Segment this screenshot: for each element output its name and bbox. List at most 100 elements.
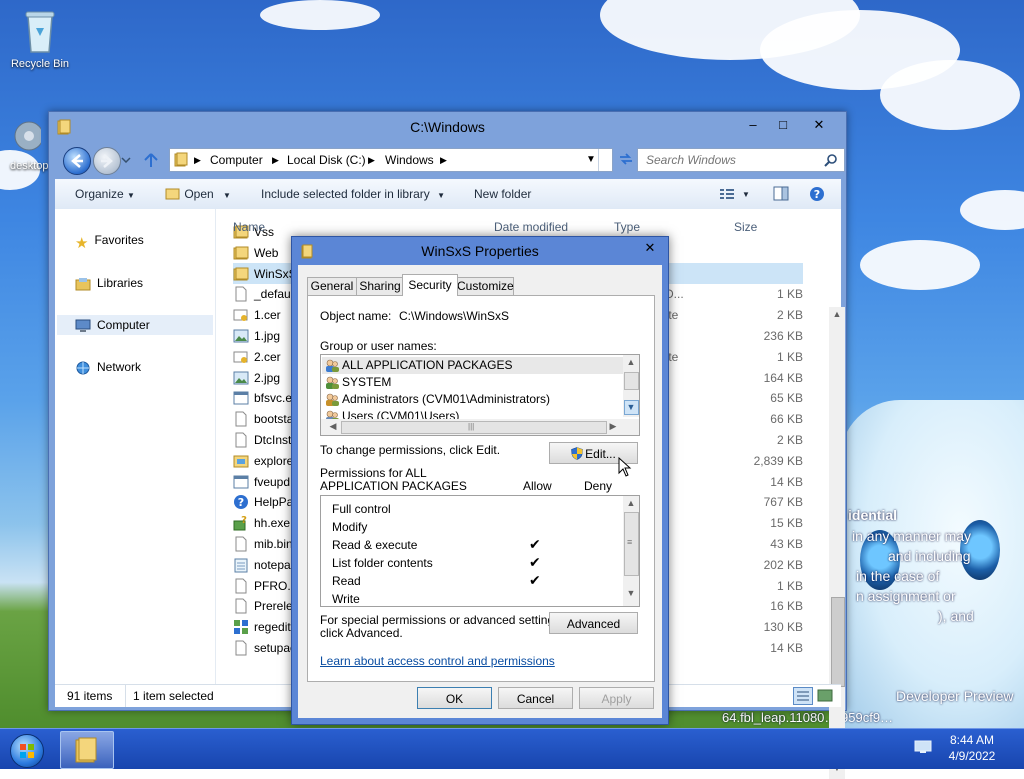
permissions-list[interactable]: Full control Modify Read & execute ✔ List fo… bbox=[320, 495, 640, 607]
allow-check-icon: ✔ bbox=[529, 572, 541, 588]
scroll-down-icon[interactable]: ▼ bbox=[623, 588, 639, 598]
forward-button[interactable] bbox=[93, 147, 121, 175]
nav-favorites[interactable]: ★ Favorites bbox=[75, 233, 144, 252]
advanced-button[interactable]: Advanced bbox=[549, 612, 638, 634]
cancel-button[interactable]: Cancel bbox=[498, 687, 573, 709]
tab-security[interactable]: Security bbox=[402, 274, 458, 296]
tab-customize[interactable]: Customize bbox=[456, 277, 514, 296]
breadcrumb-windows[interactable]: Windows bbox=[385, 153, 434, 167]
taskbar-explorer-button[interactable] bbox=[60, 731, 114, 769]
recycle-bin-icon bbox=[25, 11, 55, 53]
recent-pages-chevron-icon[interactable] bbox=[121, 157, 131, 163]
scroll-up-icon[interactable]: ▲ bbox=[623, 498, 639, 508]
scrollbar-thumb[interactable] bbox=[831, 597, 845, 687]
file-size: 2,839 KB bbox=[753, 453, 803, 468]
organize-menu[interactable]: Organize ▼ bbox=[75, 187, 135, 201]
file-size: 16 KB bbox=[770, 599, 803, 614]
scroll-right-icon[interactable]: ▶ bbox=[605, 421, 621, 432]
file-name: fveupd bbox=[254, 474, 291, 489]
scrollbar-thumb[interactable] bbox=[624, 372, 639, 390]
network-tray-icon[interactable] bbox=[914, 740, 932, 754]
scroll-down-button[interactable]: ▼ bbox=[624, 400, 639, 415]
cloud bbox=[260, 0, 380, 30]
chevron-down-icon: ▼ bbox=[223, 191, 231, 200]
breadcrumb-separator-icon[interactable]: ▶ bbox=[272, 155, 279, 166]
file-size: 43 KB bbox=[770, 537, 803, 551]
group-name: Administrators (CVM01\Administrators) bbox=[342, 392, 551, 406]
recycle-bin-shortcut[interactable]: Recycle Bin bbox=[2, 8, 78, 70]
column-header-date[interactable]: Date modified bbox=[494, 220, 568, 234]
group-list-item[interactable]: Administrators (CVM01\Administrators) bbox=[325, 391, 550, 408]
start-button[interactable] bbox=[2, 731, 50, 768]
group-list-item[interactable]: ALL APPLICATION PACKAGES bbox=[322, 357, 623, 374]
group-list-item[interactable]: SYSTEM bbox=[325, 374, 391, 391]
uac-shield-icon bbox=[571, 447, 583, 460]
column-header-name[interactable]: Name bbox=[233, 220, 265, 234]
desktop-shortcut[interactable]: desktop bbox=[0, 116, 54, 172]
details-view-icon[interactable] bbox=[793, 687, 813, 705]
properties-dialog: WinSxS Properties ✕ General Sharing Secu… bbox=[291, 236, 669, 725]
group-list[interactable]: ALL APPLICATION PACKAGES SYSTEM Administra… bbox=[320, 354, 640, 436]
breadcrumb-separator-icon[interactable]: ▶ bbox=[194, 155, 201, 166]
search-icon[interactable] bbox=[824, 153, 838, 167]
file-name: mib.bin bbox=[254, 537, 293, 551]
column-header-size[interactable]: Size bbox=[734, 220, 757, 234]
breadcrumb-local-disk[interactable]: Local Disk (C:) bbox=[287, 153, 366, 167]
nav-computer[interactable]: Computer bbox=[57, 315, 213, 335]
scrollbar-thumb[interactable]: ≡ bbox=[624, 512, 639, 576]
refresh-icon[interactable] bbox=[617, 151, 635, 167]
folder-icon bbox=[233, 266, 249, 282]
item-count: 91 items bbox=[67, 689, 113, 703]
maximize-button[interactable]: □ bbox=[769, 116, 797, 134]
apply-button[interactable]: Apply bbox=[579, 687, 654, 709]
cloud bbox=[960, 190, 1024, 230]
permissions-vscroll[interactable]: ▲ ≡ ▼ bbox=[623, 496, 639, 606]
up-arrow-icon[interactable] bbox=[143, 152, 159, 168]
recycle-bin-label: Recycle Bin bbox=[10, 58, 70, 70]
group-list-vscroll[interactable]: ▲ ▼ bbox=[623, 355, 639, 417]
search-input[interactable] bbox=[644, 152, 818, 168]
new-folder-button[interactable]: New folder bbox=[474, 187, 531, 201]
dialog-close-button[interactable]: ✕ bbox=[640, 240, 660, 256]
certificate-icon bbox=[233, 307, 249, 323]
include-in-library-menu[interactable]: Include selected folder in library ▼ bbox=[261, 187, 445, 201]
object-name-label: Object name: bbox=[320, 309, 392, 323]
system-clock[interactable]: 8:44 AM 4/9/2022 bbox=[940, 732, 1004, 764]
nav-network[interactable]: Network bbox=[75, 360, 141, 375]
nav-libraries[interactable]: Libraries bbox=[75, 276, 143, 291]
tab-general[interactable]: General bbox=[307, 277, 357, 296]
address-dropdown-icon[interactable]: ▼ bbox=[586, 154, 596, 165]
open-menu[interactable]: Open ▼ bbox=[165, 187, 231, 201]
explorer-title-bar[interactable]: C:\Windows – □ ✕ bbox=[49, 112, 846, 144]
ok-button[interactable]: OK bbox=[417, 687, 492, 709]
change-view-icon[interactable] bbox=[719, 187, 735, 201]
scroll-up-icon[interactable]: ▲ bbox=[623, 357, 639, 367]
view-options-chevron-icon[interactable]: ▼ bbox=[742, 190, 750, 199]
scroll-left-icon[interactable]: ◀ bbox=[325, 421, 341, 432]
large-icons-view-icon[interactable] bbox=[817, 688, 833, 704]
svg-text:?: ? bbox=[241, 515, 247, 526]
breadcrumb-separator-icon[interactable]: ▶ bbox=[368, 155, 375, 166]
group-or-user-names-label: Group or user names: bbox=[320, 339, 437, 353]
tab-sharing[interactable]: Sharing bbox=[356, 277, 404, 296]
group-list-hscroll[interactable]: ◀ ||| ▶ bbox=[321, 419, 639, 435]
minimize-button[interactable]: – bbox=[739, 116, 767, 134]
hscrollbar-thumb[interactable]: ||| bbox=[341, 421, 607, 434]
library-icon bbox=[75, 277, 91, 291]
address-bar[interactable]: ▶ Computer ▶ Local Disk (C:) ▶ Windows ▶… bbox=[169, 148, 613, 172]
file-name: bootsta bbox=[254, 412, 294, 427]
file-size: 1 KB bbox=[776, 578, 803, 593]
address-divider bbox=[598, 149, 599, 171]
back-button[interactable] bbox=[63, 147, 91, 175]
file-list-scrollbar[interactable]: ▲ ▼ bbox=[829, 307, 845, 779]
breadcrumb-separator-icon[interactable]: ▶ bbox=[440, 155, 447, 166]
group-name: ALL APPLICATION PACKAGES bbox=[342, 358, 513, 372]
scroll-up-icon[interactable]: ▲ bbox=[829, 309, 845, 319]
search-box[interactable] bbox=[637, 148, 845, 172]
learn-access-control-link[interactable]: Learn about access control and permissio… bbox=[320, 654, 555, 668]
breadcrumb-computer[interactable]: Computer bbox=[210, 153, 263, 167]
preview-pane-icon[interactable] bbox=[773, 186, 789, 201]
column-header-type[interactable]: Type bbox=[614, 220, 640, 234]
close-button[interactable]: ✕ bbox=[805, 116, 833, 134]
help-icon[interactable]: ? bbox=[809, 186, 825, 202]
